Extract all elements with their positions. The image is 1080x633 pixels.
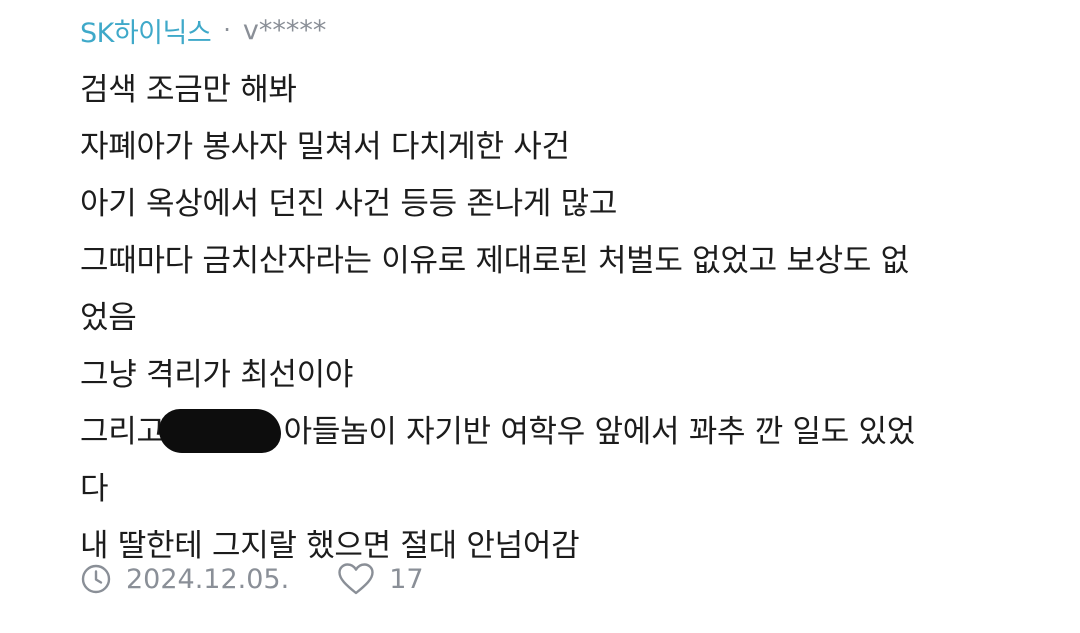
author-nickname[interactable]: v*****	[243, 15, 326, 46]
like-count: 17	[389, 563, 424, 595]
clock-icon	[80, 563, 112, 595]
comment-line: 었음	[80, 300, 137, 336]
comment-line: 검색 조금만 해봐	[80, 72, 297, 108]
comment-line: 아기 옥상에서 던진 사건 등등 존나게 많고	[80, 186, 618, 222]
like-button[interactable]: 17	[337, 562, 424, 596]
heart-icon[interactable]	[337, 562, 375, 596]
comment-date: 2024.12.05.	[126, 563, 290, 595]
comment-body: 검색 조금만 해봐 자폐아가 봉사자 밀쳐서 다치게한 사건 아기 옥상에서 던…	[80, 62, 1030, 575]
comment-footer: 2024.12.05. 17	[80, 558, 424, 600]
comment-text-segment: 아들놈이 자기반 여학우 앞에서 꽈추 깐 일도 있었	[283, 414, 916, 450]
comment-text-segment: 그리고	[80, 414, 165, 450]
company-name[interactable]: SK하이닉스	[80, 11, 212, 50]
comment-line: 다	[80, 471, 109, 507]
separator-dot: ·	[223, 16, 231, 44]
comment-card: SK하이닉스 · v***** 검색 조금만 해봐 자폐아가 봉사자 밀쳐서 다…	[0, 0, 1080, 633]
comment-header: SK하이닉스 · v*****	[80, 10, 326, 50]
comment-line: 그냥 격리가 최선이야	[80, 357, 354, 393]
comment-line: 그때마다 금치산자라는 이유로 제대로된 처벌도 없었고 보상도 없	[80, 243, 909, 279]
comment-line: 그리고 아들놈이 자기반 여학우 앞에서 꽈추 깐 일도 있었	[80, 404, 1030, 461]
redaction-blot	[158, 408, 281, 453]
comment-line: 자폐아가 봉사자 밀쳐서 다치게한 사건	[80, 129, 570, 165]
